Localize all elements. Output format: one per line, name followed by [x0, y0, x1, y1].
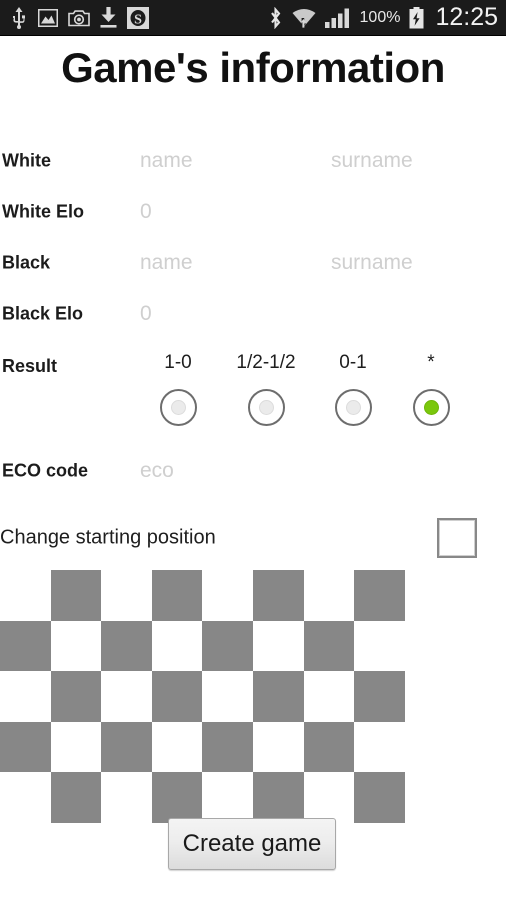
chessboard[interactable]: [0, 570, 405, 823]
download-icon: [100, 7, 117, 28]
chessboard-square[interactable]: [101, 721, 152, 773]
status-bar-clock: 12:25: [435, 3, 498, 31]
chessboard-square[interactable]: [252, 570, 304, 621]
game-information-form: White name surname White Elo 0 Black nam…: [0, 135, 506, 339]
chessboard-square[interactable]: [0, 570, 51, 621]
result-radio-unfinished[interactable]: [412, 389, 450, 426]
result-option-1-0-label: 1-0: [164, 352, 192, 373]
chessboard-square[interactable]: [50, 570, 102, 621]
camera-icon: [68, 9, 90, 26]
status-bar-left-icons: S: [0, 6, 149, 29]
white-elo-input[interactable]: 0: [140, 200, 152, 224]
gallery-image-icon: [38, 8, 58, 27]
battery-percent-label: 100%: [359, 8, 401, 26]
usb-icon: [13, 6, 25, 29]
eco-code-label: ECO code: [2, 460, 89, 480]
change-starting-position-checkbox[interactable]: [437, 518, 477, 558]
form-row-white-elo: White Elo 0: [0, 186, 506, 237]
chessboard-square[interactable]: [151, 671, 203, 722]
result-radio-draw[interactable]: [247, 389, 285, 426]
app-screen: S 100% 12:25 Game's information White na…: [0, 0, 506, 900]
result-radio-1-0[interactable]: [159, 389, 197, 426]
chessboard-square[interactable]: [101, 570, 152, 621]
chessboard-square[interactable]: [101, 671, 152, 722]
s-app-icon: S: [127, 6, 149, 29]
chessboard-square[interactable]: [0, 721, 51, 773]
chessboard-square[interactable]: [354, 721, 405, 773]
white-label: White: [2, 150, 51, 170]
chessboard-square[interactable]: [0, 671, 51, 722]
result-option-unfinished-label: *: [427, 352, 435, 373]
svg-text:S: S: [134, 12, 142, 27]
result-label: Result: [2, 356, 58, 376]
chessboard-square[interactable]: [202, 772, 253, 823]
chessboard-square[interactable]: [354, 620, 405, 672]
result-option-draw-label: 1/2-1/2: [236, 352, 296, 373]
chessboard-square[interactable]: [252, 772, 304, 823]
result-option-0-1-label: 0-1: [339, 352, 367, 373]
status-bar: S 100% 12:25: [0, 0, 506, 36]
white-surname-input[interactable]: surname: [331, 149, 413, 173]
chessboard-square[interactable]: [354, 772, 405, 823]
chessboard-square[interactable]: [303, 570, 355, 621]
chessboard-square[interactable]: [252, 671, 304, 722]
chessboard-square[interactable]: [252, 620, 304, 672]
chessboard-square[interactable]: [50, 620, 102, 672]
chessboard-square[interactable]: [303, 772, 355, 823]
radio-dot: [258, 400, 274, 415]
black-elo-input[interactable]: 0: [140, 302, 152, 326]
chessboard-square[interactable]: [202, 671, 253, 722]
chessboard-square[interactable]: [354, 671, 405, 722]
black-name-input[interactable]: name: [140, 251, 193, 275]
form-row-white: White name surname: [0, 135, 506, 186]
form-row-black: Black name surname: [0, 237, 506, 288]
chessboard-square[interactable]: [303, 721, 355, 773]
form-row-black-elo: Black Elo 0: [0, 288, 506, 339]
chessboard-square[interactable]: [151, 772, 203, 823]
result-option-unfinished[interactable]: *: [391, 348, 471, 426]
result-option-draw[interactable]: 1/2-1/2: [226, 348, 306, 426]
chessboard-square[interactable]: [303, 671, 355, 722]
chessboard-square[interactable]: [202, 721, 253, 773]
black-surname-input[interactable]: surname: [331, 251, 413, 275]
chessboard-square[interactable]: [50, 772, 102, 823]
result-section: Result 1-0 1/2-1/2 0-1 *: [0, 348, 506, 438]
chessboard-square[interactable]: [151, 570, 203, 621]
result-radio-0-1[interactable]: [334, 389, 372, 426]
chessboard-square[interactable]: [0, 772, 51, 823]
chessboard-square[interactable]: [101, 620, 152, 672]
status-bar-right-icons: 100% 12:25: [268, 5, 506, 30]
chessboard-square[interactable]: [50, 671, 102, 722]
chessboard-square[interactable]: [0, 620, 51, 672]
chessboard-square[interactable]: [101, 772, 152, 823]
radio-dot: [170, 400, 186, 415]
black-elo-label: Black Elo: [2, 303, 84, 323]
chessboard-square[interactable]: [202, 620, 253, 672]
white-elo-label: White Elo: [2, 201, 84, 221]
radio-dot: [423, 400, 439, 415]
signal-bars-icon: [324, 8, 349, 28]
chessboard-square[interactable]: [252, 721, 304, 773]
result-option-0-1[interactable]: 0-1: [313, 348, 393, 426]
battery-charging-icon: [409, 6, 424, 28]
form-row-eco-code: ECO code eco: [0, 445, 506, 496]
radio-dot: [345, 400, 361, 415]
chessboard-square[interactable]: [151, 721, 203, 773]
chessboard-square[interactable]: [50, 721, 102, 773]
white-name-input[interactable]: name: [140, 149, 193, 173]
page-title: Game's information: [61, 44, 445, 91]
chessboard-square[interactable]: [303, 620, 355, 672]
create-game-button[interactable]: Create game: [168, 818, 336, 870]
chessboard-square[interactable]: [151, 620, 203, 672]
result-option-1-0[interactable]: 1-0: [138, 348, 218, 426]
eco-code-input[interactable]: eco: [140, 459, 174, 483]
chessboard-square[interactable]: [354, 570, 405, 621]
bluetooth-icon: [270, 6, 280, 29]
change-starting-position-row[interactable]: Change starting position: [0, 513, 506, 563]
black-label: Black: [2, 252, 51, 272]
chessboard-square[interactable]: [202, 570, 253, 621]
change-starting-position-label: Change starting position: [0, 526, 216, 549]
wifi-icon: [292, 8, 316, 28]
